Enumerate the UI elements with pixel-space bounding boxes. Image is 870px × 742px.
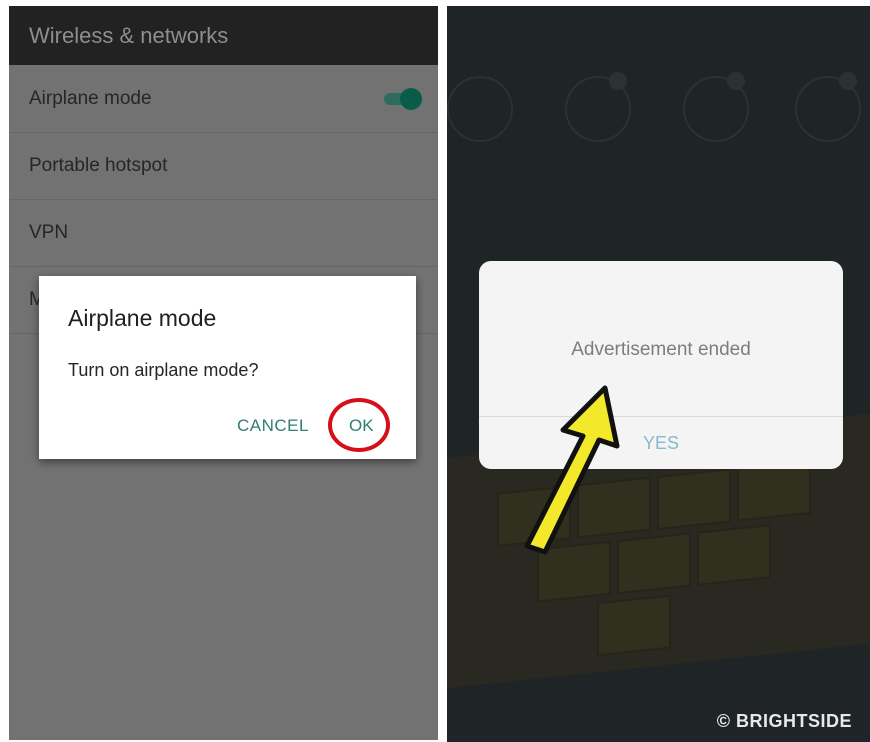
ok-button[interactable]: OK: [349, 416, 374, 436]
toggle-thumb: [400, 88, 422, 110]
badge-icon: [727, 72, 745, 90]
settings-row-portable-hotspot[interactable]: Portable hotspot: [9, 132, 438, 200]
tile: [697, 524, 771, 586]
settings-header: Wireless & networks: [9, 6, 438, 65]
shop-icon: [447, 76, 513, 142]
row-label: VPN: [29, 222, 69, 243]
tile: [657, 468, 731, 530]
watermark: © BRIGHTSIDE: [716, 711, 852, 731]
badge-icon: [609, 72, 627, 90]
tile: [737, 459, 811, 522]
airplane-mode-dialog: Airplane mode Turn on airplane mode? CAN…: [39, 276, 416, 459]
settings-screen: Wireless & networks Airplane mode Portab…: [9, 6, 438, 740]
dialog-title: Airplane mode: [68, 305, 217, 331]
settings-row-airplane-mode[interactable]: Airplane mode: [9, 65, 438, 133]
ad-message: Advertisement ended: [571, 339, 751, 360]
airplane-mode-toggle[interactable]: [384, 88, 422, 110]
tile: [597, 594, 671, 657]
settings-row-vpn[interactable]: VPN: [9, 199, 438, 267]
dialog-message: Turn on airplane mode?: [68, 360, 259, 380]
badge-icon: [839, 72, 857, 90]
header-title: Wireless & networks: [29, 23, 229, 48]
cancel-button[interactable]: CANCEL: [237, 416, 309, 436]
row-label: Portable hotspot: [29, 155, 168, 176]
game-screen: Advertisement ended YES © BRIGHTSIDE: [447, 6, 870, 742]
row-label: Airplane mode: [29, 88, 152, 109]
yellow-arrow-icon: [524, 385, 620, 555]
